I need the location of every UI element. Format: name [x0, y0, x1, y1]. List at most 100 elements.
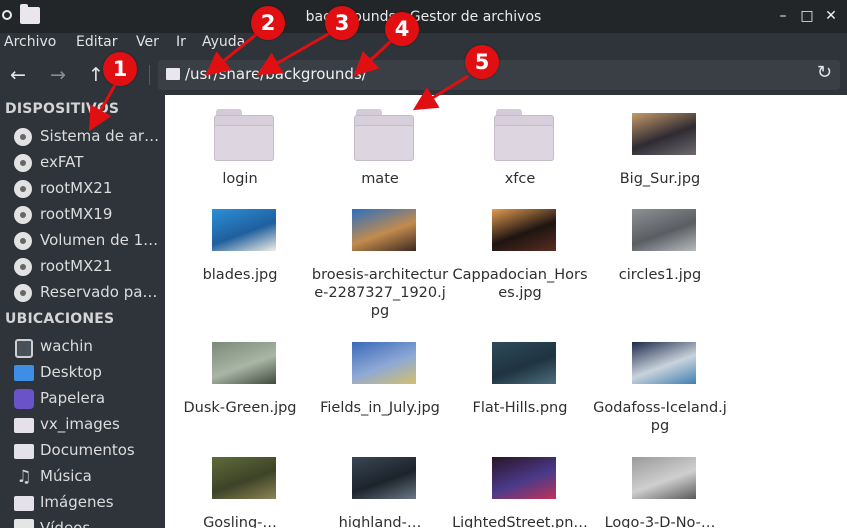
sidebar-item-label: exFAT [40, 153, 84, 171]
sidebar-item-label: Imágenes [40, 493, 114, 511]
close-button[interactable]: ✕ [823, 8, 839, 24]
sidebar-item-label: rootMX19 [40, 205, 113, 223]
image-thumbnail [492, 209, 556, 251]
image-thumbnail [632, 209, 696, 251]
sidebar-item-papelera[interactable]: Papelera [0, 386, 165, 412]
image-thumbnail [632, 113, 696, 155]
menu-editar[interactable]: Editar [76, 34, 117, 50]
sidebar-item-desktop[interactable]: Desktop [0, 360, 165, 386]
file-label: login [222, 171, 258, 187]
file-label: LightedStreet.pn… [452, 515, 588, 528]
sidebar-item-label: Papelera [40, 389, 106, 407]
folder-icon [14, 496, 34, 511]
menu-ver[interactable]: Ver [136, 34, 159, 50]
folder-icon [166, 68, 180, 80]
disk-icon [14, 232, 32, 250]
image-thumbnail [492, 457, 556, 499]
sidebar-item-label: vx_images [40, 415, 120, 433]
window-titlebar: backgrounds - Gestor de archivos – □ ✕ [0, 0, 847, 33]
image-thumbnail [212, 457, 276, 499]
sidebar-item-label: Reservado pa… [40, 283, 158, 301]
sidebar-item-musica[interactable]: ♫ Música [0, 464, 165, 490]
minimize-button[interactable]: – [775, 8, 791, 24]
menu-ayuda[interactable]: Ayuda [202, 34, 245, 50]
file-label: Fields_in_July.jpg [320, 400, 440, 416]
annotation-marker-4: 4 [385, 12, 419, 46]
disk-icon [14, 206, 32, 224]
disk-icon [14, 284, 32, 302]
sidebar-item-videos[interactable]: Vídeos [0, 516, 165, 528]
file-label: mate [361, 171, 399, 187]
reload-button[interactable]: ↻ [817, 62, 832, 83]
annotation-marker-1: 1 [103, 52, 137, 86]
location-path[interactable]: /usr/share/backgrounds/ [185, 65, 367, 83]
home-icon [15, 339, 33, 358]
sidebar-item-volumen[interactable]: Volumen de 1… [0, 228, 165, 254]
sidebar-item-exfat[interactable]: exFAT [0, 150, 165, 176]
sidebar-item-reservado[interactable]: Reservado pa… [0, 280, 165, 306]
file-grid: login mate xfce Big_Sur.jpg blades.jpg b… [166, 95, 847, 528]
image-thumbnail [212, 342, 276, 384]
image-thumbnail [492, 342, 556, 384]
back-button[interactable]: ← [6, 63, 30, 87]
sidebar-header-places: UBICACIONES [5, 311, 115, 327]
disk-icon [14, 154, 32, 172]
sidebar-header-devices: DISPOSITIVOS [5, 101, 120, 117]
folder-icon [494, 109, 554, 161]
annotation-marker-5: 5 [465, 45, 499, 79]
image-thumbnail [632, 342, 696, 384]
file-label: xfce [504, 171, 536, 187]
window-title: backgrounds - Gestor de archivos [305, 9, 542, 25]
sidebar-item-label: Volumen de 1… [40, 231, 159, 249]
maximize-button[interactable]: □ [799, 8, 815, 24]
sidebar-item-label: rootMX21 [40, 257, 113, 275]
sidebar-item-label: Desktop [40, 363, 102, 381]
sidebar-item-label: wachin [40, 337, 93, 355]
image-thumbnail [352, 342, 416, 384]
folder-icon [14, 418, 34, 433]
file-label: Flat-Hills.png [472, 400, 568, 416]
sidebar-item-sistema-de-archivos[interactable]: Sistema de ar… [0, 124, 165, 150]
sidebar-item-rootmx21-2[interactable]: rootMX21 [0, 254, 165, 280]
sidebar-item-rootmx21[interactable]: rootMX21 [0, 176, 165, 202]
trash-icon [14, 389, 34, 409]
file-label: Big_Sur.jpg [619, 171, 701, 187]
sidebar-item-label: Música [40, 467, 92, 485]
sidebar-item-label: Sistema de ar… [40, 127, 160, 145]
annotation-marker-2: 2 [251, 6, 285, 40]
sidebar-item-imagenes[interactable]: Imágenes [0, 490, 165, 516]
location-bar[interactable]: /usr/share/backgrounds/ ↻ [158, 60, 840, 90]
sidebar-item-label: Documentos [40, 441, 135, 459]
sidebar-item-wachin[interactable]: wachin [0, 334, 165, 360]
folder-icon [354, 109, 414, 161]
menu-archivo[interactable]: Archivo [4, 34, 56, 50]
file-label: Godafoss-Iceland.jpg [593, 400, 727, 434]
folder-icon [214, 109, 274, 161]
disk-icon [14, 258, 32, 276]
disk-icon [14, 128, 32, 146]
toolbar-separator [149, 65, 150, 85]
disk-icon [14, 180, 32, 198]
annotation-marker-3: 3 [325, 6, 359, 40]
image-thumbnail [212, 209, 276, 251]
folder-icon [14, 444, 34, 459]
menu-bar: Archivo Editar Ver Ir Ayuda [0, 33, 847, 55]
sidebar-item-label: rootMX21 [40, 179, 113, 197]
file-label: blades.jpg [202, 267, 278, 283]
desktop-icon [14, 365, 34, 381]
sidebar-item-documentos[interactable]: Documentos [0, 438, 165, 464]
file-label: broesis-architecture-2287327_1920.jpg [311, 267, 449, 319]
forward-button[interactable]: → [46, 63, 70, 87]
menu-ir[interactable]: Ir [176, 34, 186, 50]
video-icon [14, 519, 34, 528]
image-thumbnail [352, 457, 416, 499]
sidebar-item-vx-images[interactable]: vx_images [0, 412, 165, 438]
file-label: Dusk-Green.jpg [183, 400, 297, 416]
music-icon: ♫ [16, 467, 32, 487]
sidebar-item-rootmx19[interactable]: rootMX19 [0, 202, 165, 228]
file-label: highland-… [338, 515, 422, 528]
file-label: Cappadocian_Horses.jpg [452, 267, 588, 301]
sidebar: DISPOSITIVOS Sistema de ar… exFAT rootMX… [0, 95, 165, 528]
image-thumbnail [352, 209, 416, 251]
file-label: Logo-3-D-No-… [604, 515, 716, 528]
